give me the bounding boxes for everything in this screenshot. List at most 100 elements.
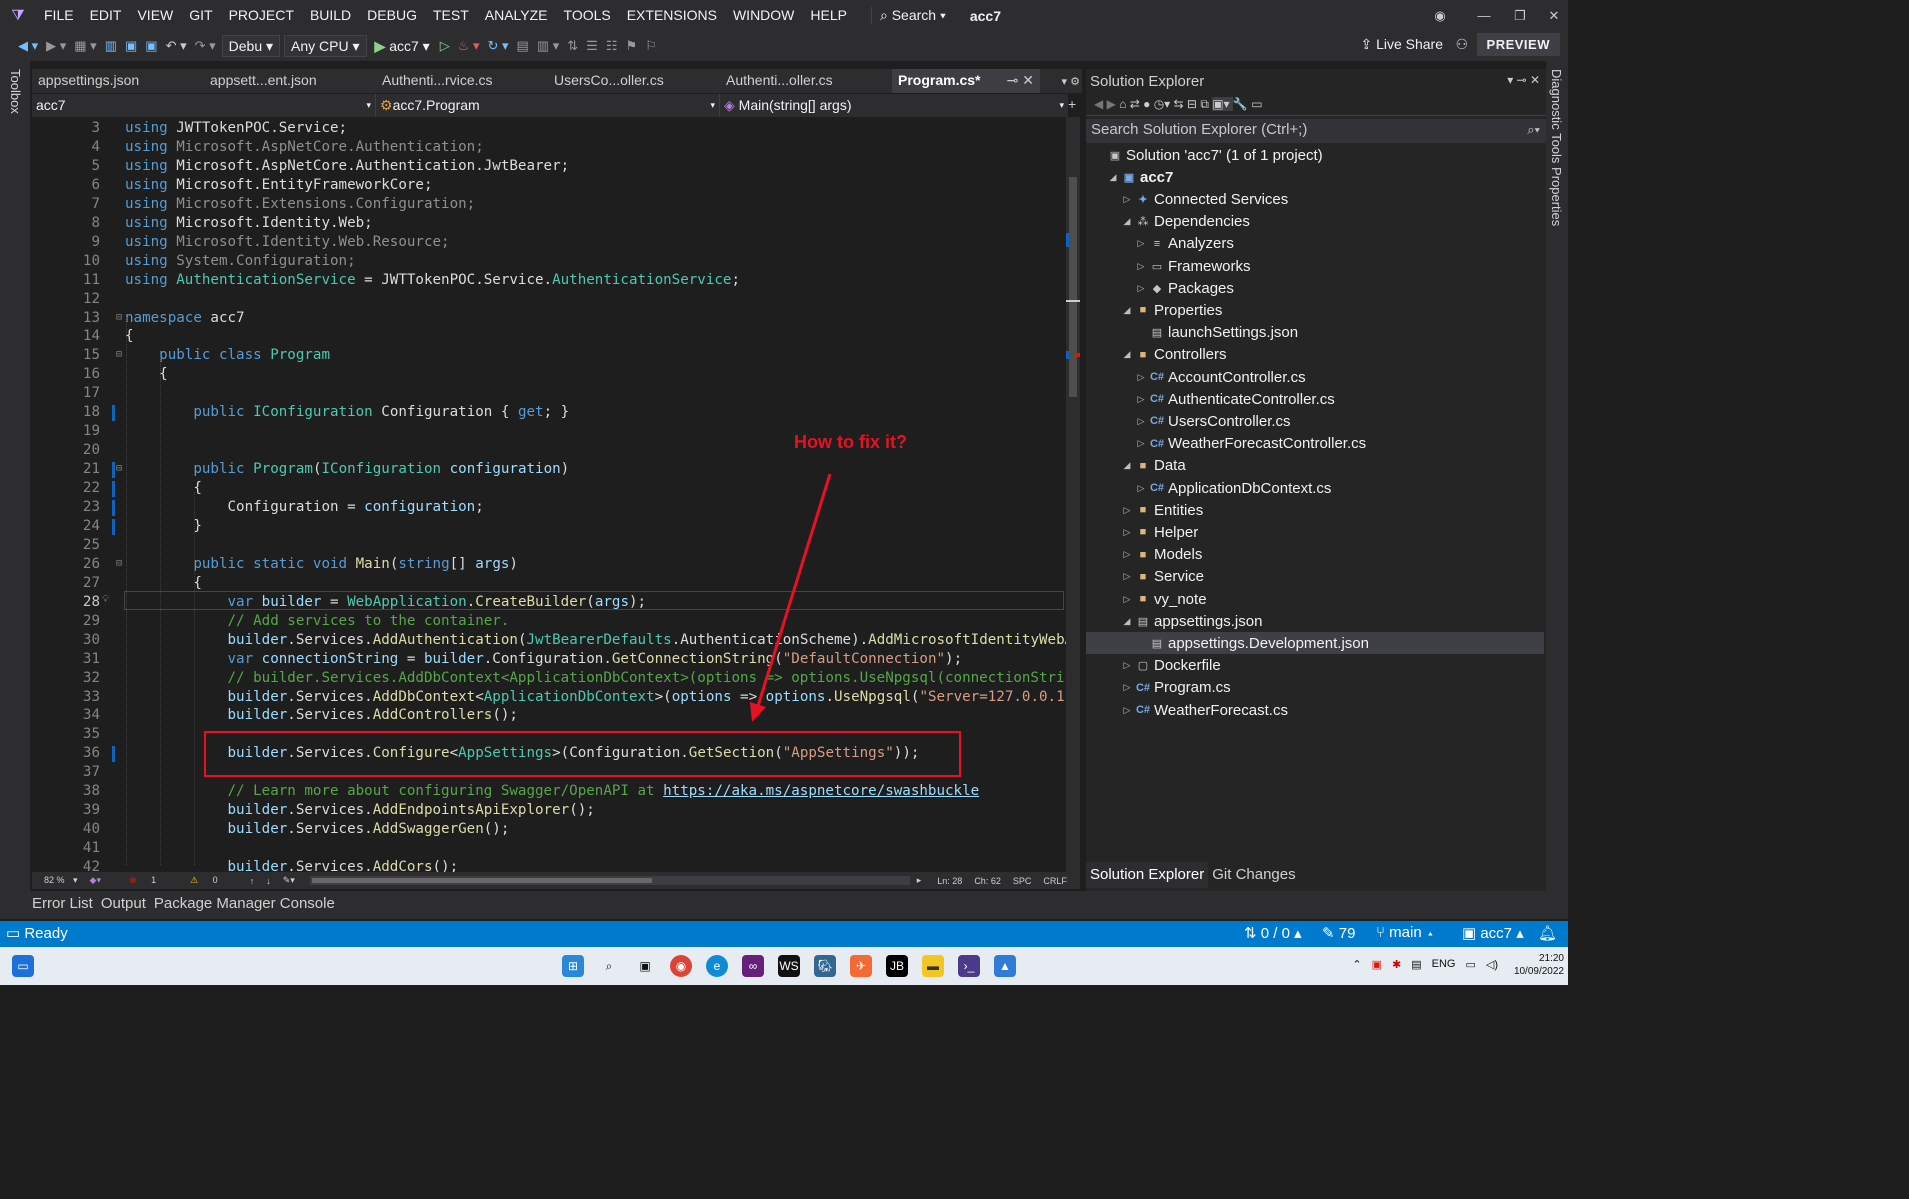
code-line[interactable]: 29 // Add services to the container. — [32, 612, 1066, 631]
comment-icon[interactable]: ☰ — [582, 38, 602, 54]
collapsed-arrow-icon[interactable]: ▷ — [1134, 483, 1148, 494]
tree-node[interactable]: ▷ ▢ Dockerfile — [1086, 655, 1221, 677]
tab-package-manager-console[interactable]: Package Manager Console — [150, 891, 339, 919]
options-icon[interactable]: ▾ — [1507, 73, 1516, 87]
code-line[interactable]: 8 using Microsoft.Identity.Web; — [32, 214, 1066, 233]
error-count[interactable]: ⊗ 1 — [117, 875, 168, 886]
menu-analyze[interactable]: ANALYZE — [477, 0, 556, 31]
menu-file[interactable]: FILE — [36, 0, 82, 31]
copilot-icon[interactable]: ◆▾ — [84, 875, 107, 886]
uncomment-icon[interactable]: ☷ — [602, 38, 622, 54]
browser-icon[interactable]: ▤ — [513, 38, 533, 54]
network-icon[interactable]: ▭ — [1465, 958, 1475, 971]
code-line[interactable]: 42 builder.Services.AddCors(); — [32, 858, 1066, 872]
close-window-button[interactable]: ✕ — [1536, 0, 1572, 31]
line-ending-indicator[interactable]: CRLF — [1037, 876, 1073, 886]
collapse-icon[interactable]: ⊟ — [1187, 97, 1200, 111]
home-icon[interactable]: ⌂ — [1119, 97, 1130, 111]
taskbar-search-icon[interactable]: ⌕ — [598, 955, 620, 977]
pin-icon[interactable]: ⊸ — [1007, 72, 1023, 88]
fold-toggle-icon[interactable]: ⊟ — [116, 349, 122, 360]
tree-node[interactable]: ▷ ≡ Analyzers — [1086, 233, 1234, 255]
menu-test[interactable]: TEST — [425, 0, 477, 31]
expanded-arrow-icon[interactable]: ◢ — [1120, 349, 1134, 360]
pin-icon[interactable]: ⊸ — [1517, 73, 1530, 87]
tree-node[interactable]: ▷ ■ Service — [1086, 566, 1205, 588]
split-editor-icon[interactable]: + — [1068, 96, 1076, 112]
scroll-right-icon[interactable]: ▸ — [911, 875, 928, 886]
hot-reload-icon[interactable]: ♨ ▾ — [454, 38, 484, 54]
collapsed-arrow-icon[interactable]: ▷ — [1120, 660, 1134, 671]
collapsed-arrow-icon[interactable]: ▷ — [1120, 571, 1134, 582]
scrollbar-thumb[interactable] — [1069, 177, 1077, 397]
code-line[interactable]: 10 using System.Configuration; — [32, 252, 1066, 271]
task-view-icon[interactable]: ▣ — [634, 955, 656, 977]
code-line[interactable]: 39 builder.Services.AddEndpointsApiExplo… — [32, 801, 1066, 820]
char-indicator[interactable]: Ch: 62 — [968, 876, 1007, 886]
expanded-arrow-icon[interactable]: ◢ — [1120, 460, 1134, 471]
collapsed-arrow-icon[interactable]: ▷ — [1134, 283, 1148, 294]
undo-icon[interactable]: ↶ ▾ — [162, 38, 191, 54]
show-all-icon[interactable]: ⧉ — [1200, 97, 1212, 111]
account-avatar[interactable]: ◉ — [1422, 0, 1458, 31]
save-all-icon[interactable]: ▣ — [141, 38, 161, 54]
horizontal-scrollbar-thumb[interactable] — [312, 878, 652, 883]
app-tray-icon-2[interactable]: ✱ — [1392, 958, 1401, 971]
tree-node[interactable]: ▷ ▭ Frameworks — [1086, 255, 1251, 277]
preview-badge[interactable]: PREVIEW — [1476, 33, 1560, 56]
tree-node[interactable]: ▷ C# ApplicationDbContext.cs — [1086, 477, 1332, 499]
network-tray-icon[interactable]: ▤ — [1411, 958, 1421, 971]
whitespace-indicator[interactable]: SPC — [1007, 876, 1038, 886]
tab-solution-explorer[interactable]: Solution Explorer — [1086, 862, 1209, 888]
pending-edits[interactable]: ✎ 79 — [1322, 924, 1355, 942]
preview-icon[interactable]: ▭ — [1251, 97, 1262, 111]
back-icon[interactable]: ◀ ▾ — [14, 38, 42, 54]
code-line[interactable]: 25 — [32, 536, 1066, 555]
new-project-icon[interactable]: ▦ ▾ — [70, 38, 100, 54]
tree-node[interactable]: ▤ launchSettings.json — [1086, 322, 1298, 344]
expanded-arrow-icon[interactable]: ◢ — [1106, 172, 1120, 183]
code-line[interactable]: 27 { — [32, 574, 1066, 593]
bookmark-icon[interactable]: ⚑ — [621, 38, 641, 54]
tree-node[interactable]: ▷ ✦ Connected Services — [1086, 188, 1289, 210]
tree-node[interactable]: ◢ ▤ appsettings.json — [1086, 610, 1263, 632]
postman-icon[interactable]: ✈ — [850, 955, 872, 977]
code-line[interactable]: 18 public IConfiguration Configuration {… — [32, 403, 1066, 422]
code-line[interactable]: 30 builder.Services.AddAuthentication(Jw… — [32, 631, 1066, 650]
previous-issue-icon[interactable]: ↑ — [244, 876, 261, 886]
tree-node[interactable]: ◢ ▣ acc7 — [1086, 166, 1174, 188]
tab-appsettings-json[interactable]: appsettings.json — [32, 69, 204, 93]
code-line[interactable]: 24 } — [32, 517, 1066, 536]
tree-node[interactable]: ▤ appsettings.Development.json — [1086, 632, 1544, 655]
close-tab-icon[interactable]: ✕ — [1022, 72, 1034, 88]
filter-icon[interactable]: ▣▾ — [1212, 97, 1233, 111]
jetbrains-icon[interactable]: JB — [886, 955, 908, 977]
tab-program-cs[interactable]: Program.cs* ⊸ ✕ — [892, 69, 1040, 93]
bookmark-prev-icon[interactable]: ⚐ — [641, 38, 661, 54]
code-line[interactable]: 5 using Microsoft.AspNetCore.Authenticati… — [32, 157, 1066, 176]
collapsed-arrow-icon[interactable]: ▷ — [1134, 238, 1148, 249]
fold-toggle-icon[interactable]: ⊟ — [116, 312, 122, 323]
code-line[interactable]: 13 namespace acc7 — [32, 309, 1066, 328]
expanded-arrow-icon[interactable]: ◢ — [1120, 616, 1134, 627]
code-line[interactable]: 11 using AuthenticationService = JWTToken… — [32, 271, 1066, 290]
tree-node[interactable]: ▷ ◆ Packages — [1086, 277, 1234, 299]
tree-node[interactable]: ▷ C# AccountController.cs — [1086, 366, 1306, 388]
collapsed-arrow-icon[interactable]: ▷ — [1120, 682, 1134, 693]
feedback-icon[interactable]: ⚇ — [1455, 36, 1468, 53]
code-line[interactable]: 15 public class Program — [32, 346, 1066, 365]
code-line[interactable]: 19 — [32, 422, 1066, 441]
line-indicator[interactable]: Ln: 28 — [931, 876, 968, 886]
start-debugging-button[interactable]: ▶ acc7 ▾ — [369, 38, 436, 55]
chrome-icon[interactable]: ◉ — [670, 955, 692, 977]
code-line[interactable]: 28 var builder = WebApplication.CreateBu… — [32, 593, 1066, 612]
platform-dropdown[interactable]: Any CPU ▾ — [284, 35, 367, 57]
language-indicator[interactable]: ENG — [1432, 958, 1456, 971]
live-share-button[interactable]: ⇪ Live Share — [1360, 36, 1443, 53]
app-tray-icon[interactable]: ▣ — [1372, 958, 1382, 971]
collapsed-arrow-icon[interactable]: ▷ — [1120, 549, 1134, 560]
redo-icon[interactable]: ↷ ▾ — [191, 38, 220, 54]
terminal-icon[interactable]: ›_ — [958, 955, 980, 977]
collapsed-arrow-icon[interactable]: ▷ — [1120, 527, 1134, 538]
code-line[interactable]: 20 — [32, 441, 1066, 460]
